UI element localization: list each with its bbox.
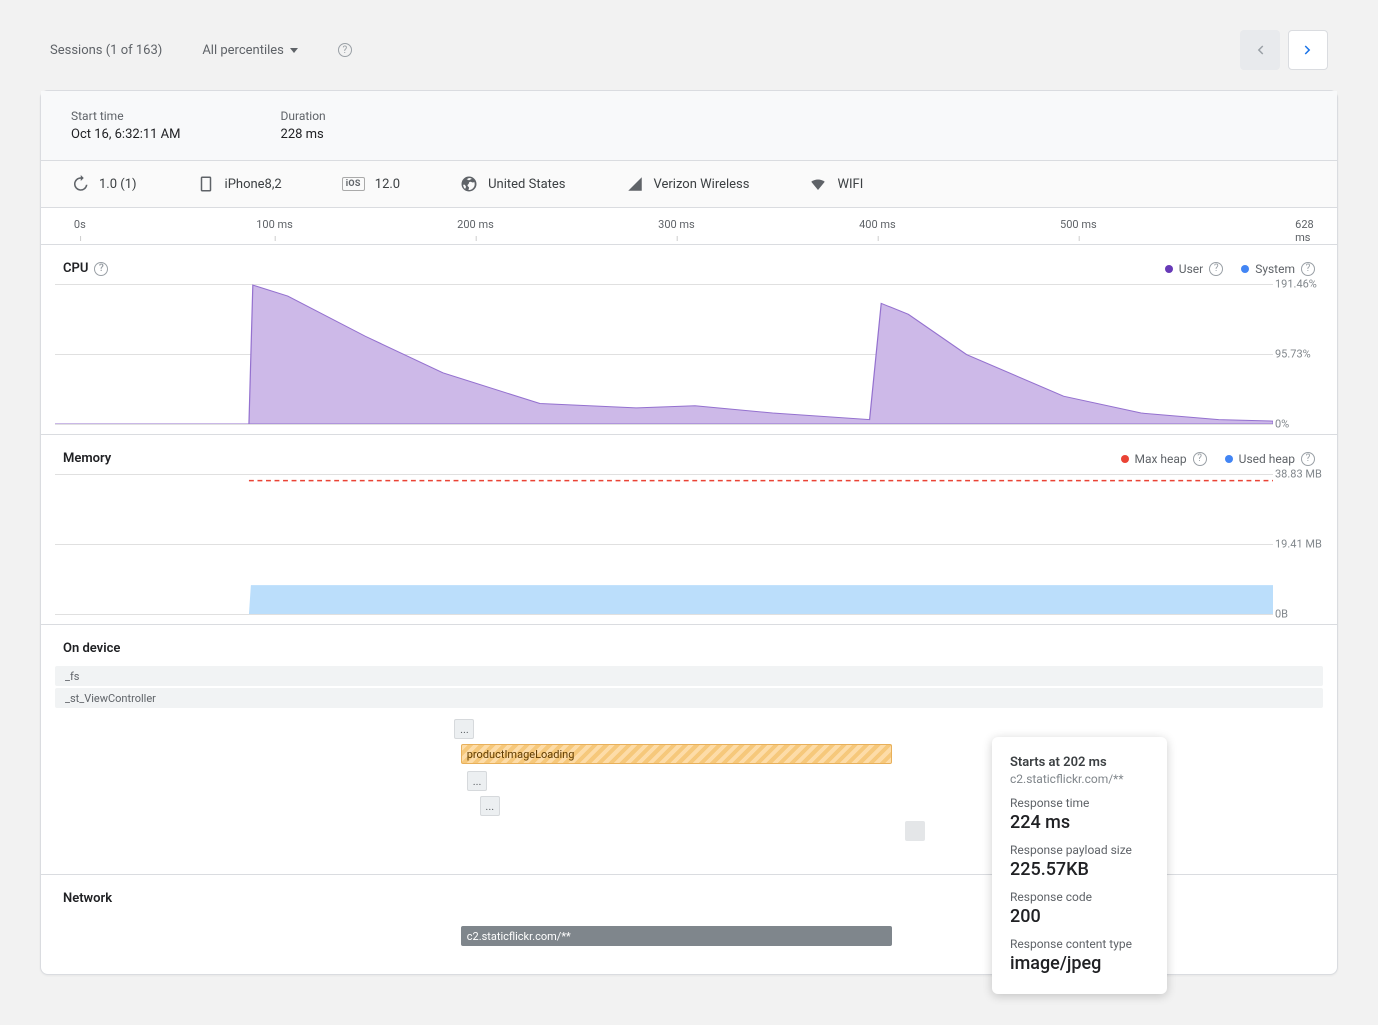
tooltip-resp-time-value: 224 ms bbox=[1010, 812, 1149, 833]
wifi-icon bbox=[809, 175, 827, 193]
metadata-row: 1.0 (1) iPhone8,2 iOS 12.0 United States… bbox=[41, 161, 1337, 208]
ruler-tick: 400 ms bbox=[859, 218, 896, 231]
cpu-legend-user: User bbox=[1179, 262, 1203, 276]
trace-span-collapsed[interactable]: ... bbox=[454, 719, 474, 739]
duration-value: 228 ms bbox=[281, 127, 326, 142]
user-legend-dot bbox=[1165, 265, 1173, 273]
ruler-tick: 628 ms bbox=[1295, 218, 1314, 244]
next-session-button[interactable] bbox=[1288, 30, 1328, 70]
cpu-y-mid: 95.73% bbox=[1275, 348, 1311, 361]
top-bar: Sessions (1 of 163) All percentiles ? bbox=[40, 20, 1338, 90]
help-icon[interactable]: ? bbox=[94, 262, 108, 276]
session-card: Start time Oct 16, 6:32:11 AM Duration 2… bbox=[40, 90, 1338, 975]
help-icon[interactable]: ? bbox=[1301, 452, 1315, 466]
ruler-tick: 500 ms bbox=[1060, 218, 1097, 231]
meta-device: iPhone8,2 bbox=[197, 175, 282, 193]
tooltip-code-label: Response code bbox=[1010, 890, 1149, 904]
mem-y-top: 38.83 MB bbox=[1275, 468, 1322, 481]
timeline-ruler: 0s 100 ms 200 ms 300 ms 400 ms 500 ms 628 ms bbox=[41, 208, 1337, 245]
tooltip-url: c2.staticflickr.com/** bbox=[1010, 772, 1149, 786]
mem-y-mid: 19.41 MB bbox=[1275, 538, 1322, 551]
signal-icon bbox=[626, 175, 644, 193]
memory-chart[interactable]: 38.83 MB 19.41 MB 0B bbox=[55, 474, 1273, 614]
chevron-left-icon bbox=[1251, 41, 1269, 59]
chevron-down-icon bbox=[290, 48, 298, 53]
usedheap-legend-dot bbox=[1225, 455, 1233, 463]
trace-span-collapsed[interactable]: ... bbox=[467, 771, 487, 791]
system-legend-dot bbox=[1241, 265, 1249, 273]
cpu-chart[interactable]: 191.46% 95.73% 0% bbox=[55, 284, 1273, 424]
cpu-title: CPU bbox=[63, 261, 88, 276]
ruler-tick: 300 ms bbox=[658, 218, 695, 231]
cpu-legend-system: System bbox=[1255, 262, 1295, 276]
phone-icon bbox=[197, 175, 215, 193]
meta-carrier: Verizon Wireless bbox=[626, 175, 750, 193]
trace-span-collapsed[interactable]: ... bbox=[480, 796, 500, 816]
mem-y-bot: 0B bbox=[1275, 608, 1288, 621]
trace-row-viewcontroller[interactable]: _st_ViewController bbox=[55, 688, 1323, 708]
tooltip-payload-label: Response payload size bbox=[1010, 843, 1149, 857]
prev-session-button[interactable] bbox=[1240, 30, 1280, 70]
help-icon[interactable]: ? bbox=[338, 43, 352, 57]
percentile-dropdown[interactable]: All percentiles bbox=[202, 43, 298, 58]
maxheap-legend-dot bbox=[1121, 455, 1129, 463]
help-icon[interactable]: ? bbox=[1301, 262, 1315, 276]
globe-icon bbox=[460, 175, 478, 193]
meta-network: WIFI bbox=[809, 175, 863, 193]
meta-version: 1.0 (1) bbox=[71, 175, 137, 193]
start-time-value: Oct 16, 6:32:11 AM bbox=[71, 127, 181, 142]
tooltip-payload-value: 225.57KB bbox=[1010, 859, 1149, 880]
network-tooltip: Starts at 202 ms c2.staticflickr.com/** … bbox=[992, 737, 1167, 994]
session-header: Start time Oct 16, 6:32:11 AM Duration 2… bbox=[41, 91, 1337, 161]
tooltip-ctype-label: Response content type bbox=[1010, 937, 1149, 951]
ruler-tick: 100 ms bbox=[256, 218, 293, 231]
memory-legend-used: Used heap bbox=[1239, 452, 1295, 466]
trace-row-fs[interactable]: _fs bbox=[55, 666, 1323, 686]
tooltip-code-value: 200 bbox=[1010, 906, 1149, 927]
chevron-right-icon bbox=[1299, 41, 1317, 59]
on-device-title: On device bbox=[63, 641, 120, 656]
tooltip-heading: Starts at 202 ms bbox=[1010, 755, 1149, 770]
cpu-panel: CPU ? User? System? 191.46% 95.73% 0% bbox=[41, 245, 1337, 435]
duration-label: Duration bbox=[281, 109, 326, 123]
help-icon[interactable]: ? bbox=[1193, 452, 1207, 466]
trace-span-ghost[interactable] bbox=[905, 821, 925, 841]
memory-panel: Memory Max heap? Used heap? 38.83 MB 19.… bbox=[41, 435, 1337, 625]
trace-span-product-image-loading[interactable]: productImageLoading bbox=[461, 744, 892, 764]
tooltip-ctype-value: image/jpeg bbox=[1010, 953, 1149, 974]
cpu-y-bot: 0% bbox=[1275, 418, 1289, 431]
start-time-label: Start time bbox=[71, 109, 181, 123]
memory-title: Memory bbox=[63, 451, 111, 466]
memory-legend-max: Max heap bbox=[1135, 452, 1187, 466]
cpu-y-top: 191.46% bbox=[1275, 278, 1317, 291]
tooltip-resp-time-label: Response time bbox=[1010, 796, 1149, 810]
meta-os: iOS 12.0 bbox=[342, 177, 400, 192]
network-title: Network bbox=[63, 891, 112, 906]
history-icon bbox=[71, 175, 89, 193]
percentile-label: All percentiles bbox=[202, 43, 284, 58]
help-icon[interactable]: ? bbox=[1209, 262, 1223, 276]
ruler-tick: 0s bbox=[74, 218, 86, 231]
meta-country: United States bbox=[460, 175, 565, 193]
os-badge-icon: iOS bbox=[342, 177, 365, 191]
sessions-counter: Sessions (1 of 163) bbox=[50, 43, 162, 58]
network-span-flickr[interactable]: c2.staticflickr.com/** bbox=[461, 926, 892, 946]
ruler-tick: 200 ms bbox=[457, 218, 494, 231]
